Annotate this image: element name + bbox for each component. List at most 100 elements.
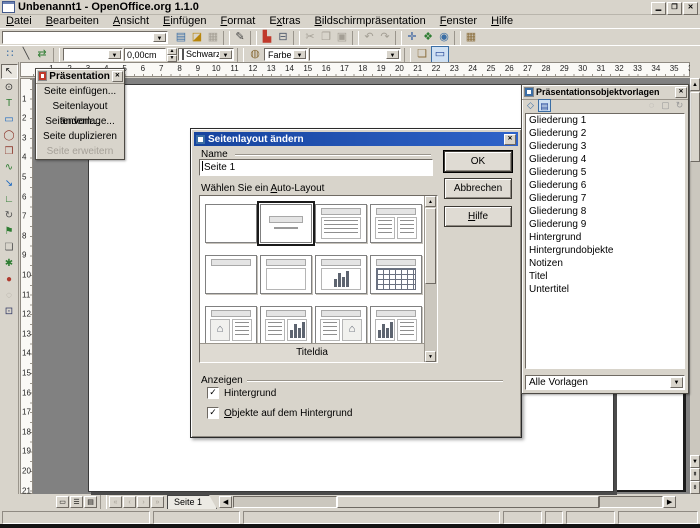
palette-item-seitenlayout-ndern[interactable]: Seitenlayout ändern... — [36, 99, 124, 114]
alignment-tool[interactable]: ⚑ — [1, 224, 18, 239]
rectangle-tool[interactable]: ▭ — [1, 112, 18, 127]
layout-scrollbar[interactable]: ▲ ▼ — [424, 196, 437, 362]
presentation-palette-titlebar[interactable]: Präsentation ✕ — [36, 69, 124, 84]
line-width-stepper[interactable]: ▲▼ — [167, 48, 177, 61]
menu-einfügen[interactable]: Einfügen — [157, 15, 212, 28]
previous-page-icon[interactable]: ⇞ — [690, 468, 700, 481]
name-input[interactable]: Seite 1 — [199, 159, 433, 176]
layout-option-title-table[interactable] — [370, 255, 422, 294]
line-width-field[interactable]: 0,00cm — [124, 48, 166, 61]
gallery-icon[interactable]: ▦ — [463, 30, 479, 45]
layout-option-title-content-img[interactable]: ⌂ — [315, 306, 367, 345]
save-icon[interactable]: ▦ — [205, 30, 221, 45]
layout-option-title-img-content[interactable]: ⌂ — [205, 306, 257, 345]
select-tool[interactable]: ↖ — [1, 64, 18, 79]
help-button[interactable]: Hilfe — [444, 206, 512, 227]
style-item[interactable]: Titel — [526, 270, 684, 283]
navigator-icon[interactable]: ✛ — [404, 30, 420, 45]
fill-color-combobox[interactable]: ▼ — [309, 48, 401, 61]
palette-item-seite-duplizieren[interactable]: Seite duplizieren — [36, 129, 124, 144]
menu-datei[interactable]: Datei — [0, 15, 38, 28]
redo-icon[interactable]: ↷ — [377, 30, 393, 45]
undo-icon[interactable]: ↶ — [361, 30, 377, 45]
3d-objects-tool[interactable]: ❒ — [1, 144, 18, 159]
close-icon[interactable]: ✕ — [112, 71, 123, 82]
print-icon[interactable]: ⊟ — [275, 30, 291, 45]
last-page-icon[interactable]: » — [151, 496, 164, 508]
layout-option-title-sub[interactable] — [260, 204, 312, 243]
hscroll-right-icon[interactable]: ▶ — [663, 496, 676, 508]
export-pdf-icon[interactable]: ▙ — [259, 30, 275, 45]
layout-option-title-only[interactable] — [205, 255, 257, 294]
drawing-view-icon[interactable]: ▭ — [56, 496, 69, 508]
layout-option-blank[interactable] — [205, 204, 257, 243]
open-icon[interactable]: ◪ — [189, 30, 205, 45]
outline-view-icon[interactable]: ☰ — [70, 496, 83, 508]
close-icon[interactable]: ✕ — [675, 87, 687, 98]
shadow-icon[interactable]: ❏ — [414, 47, 430, 62]
new-document-icon[interactable]: ▤ — [173, 30, 189, 45]
checkbox-checked-icon[interactable]: ✓ — [207, 387, 219, 399]
url-combobox[interactable]: ▼ — [2, 31, 168, 44]
style-item[interactable]: Gliederung 4 — [526, 153, 684, 166]
style-item[interactable]: Gliederung 2 — [526, 127, 684, 140]
style-item[interactable]: Hintergrundobjekte — [526, 244, 684, 257]
fill-style-combobox[interactable]: Farbe▼ — [264, 48, 308, 61]
effects-tool[interactable]: ● — [1, 272, 18, 287]
menu-bearbeiten[interactable]: Bearbeiten — [40, 15, 105, 28]
ellipse-tool[interactable]: ◯ — [1, 128, 18, 143]
horizontal-scrollbar-track[interactable] — [599, 496, 663, 508]
style-item[interactable]: Gliederung 5 — [526, 166, 684, 179]
rotate-tool[interactable]: ↻ — [1, 208, 18, 223]
layout-option-title-chart[interactable] — [315, 255, 367, 294]
combo-dropdown-icon[interactable]: ▼ — [670, 377, 683, 388]
first-page-icon[interactable]: « — [109, 496, 122, 508]
slide-view-icon[interactable]: ▤ — [84, 496, 97, 508]
style-item[interactable]: Gliederung 1 — [526, 114, 684, 127]
new-style-from-selection-icon[interactable]: ▢ — [659, 99, 672, 112]
copy-icon[interactable]: ❐ — [318, 30, 334, 45]
style-item[interactable]: Notizen — [526, 257, 684, 270]
line-color-combobox[interactable]: Schwarz ▼ — [178, 48, 234, 61]
zoom-tool[interactable]: ⊙ — [1, 80, 18, 95]
layout-scrollbar-thumb[interactable] — [425, 208, 436, 284]
vertical-scrollbar-thumb[interactable] — [690, 92, 700, 162]
layout-option-title-chart-content[interactable] — [370, 306, 422, 345]
combo-dropdown-icon[interactable]: ▼ — [293, 50, 306, 59]
style-item[interactable]: Gliederung 7 — [526, 192, 684, 205]
horizontal-scrollbar-track[interactable] — [233, 496, 337, 508]
combo-dropdown-icon[interactable]: ▼ — [219, 50, 232, 59]
fill-bucket-icon[interactable]: ◍ — [247, 47, 263, 62]
insert-tool[interactable]: ✱ — [1, 256, 18, 271]
edit-file-icon[interactable]: ✎ — [232, 30, 248, 45]
combo-dropdown-icon[interactable]: ▼ — [108, 50, 121, 59]
scroll-up-icon[interactable]: ▲ — [425, 196, 436, 207]
slideshow-tool[interactable]: ⊡ — [1, 304, 18, 319]
background-checkbox-row[interactable]: ✓ Hintergrund — [207, 387, 276, 399]
menu-ansicht[interactable]: Ansicht — [107, 15, 155, 28]
scroll-down-icon[interactable]: ▼ — [690, 455, 700, 468]
menu-hilfe[interactable]: Hilfe — [485, 15, 519, 28]
palette-item-seite-einf-gen[interactable]: Seite einfügen... — [36, 84, 124, 99]
arrow-ends-icon[interactable]: ⇄ — [34, 47, 50, 62]
interaction-tool[interactable]: ◌ — [1, 288, 18, 303]
styles-filter-combobox[interactable]: Alle Vorlagen ▼ — [525, 375, 685, 390]
style-item[interactable]: Gliederung 6 — [526, 179, 684, 192]
layout-option-title-content-chart[interactable] — [260, 306, 312, 345]
minimize-button-icon[interactable]: ▁ — [651, 2, 666, 15]
dialog-titlebar[interactable]: Seitenlayout ändern ✕ — [194, 132, 518, 146]
hscroll-left-icon[interactable]: ◀ — [219, 496, 232, 508]
style-item[interactable]: Gliederung 8 — [526, 205, 684, 218]
connector-tool[interactable]: ∟ — [1, 192, 18, 207]
curve-tool[interactable]: ∿ — [1, 160, 18, 175]
line-style-combobox[interactable]: ▼ — [63, 48, 123, 61]
presentation-styles-icon[interactable]: ▤ — [538, 99, 551, 112]
page-tab[interactable]: Seite 1 — [167, 495, 217, 509]
paste-icon[interactable]: ▣ — [334, 30, 350, 45]
graphics-styles-icon[interactable]: ◇ — [524, 99, 537, 112]
lines-arrows-tool[interactable]: ↘ — [1, 176, 18, 191]
menu-format[interactable]: Format — [214, 15, 261, 28]
next-page-icon[interactable]: ⇟ — [690, 481, 700, 494]
combo-dropdown-icon[interactable]: ▼ — [386, 50, 399, 59]
horizontal-scrollbar-thumb[interactable] — [337, 496, 599, 508]
